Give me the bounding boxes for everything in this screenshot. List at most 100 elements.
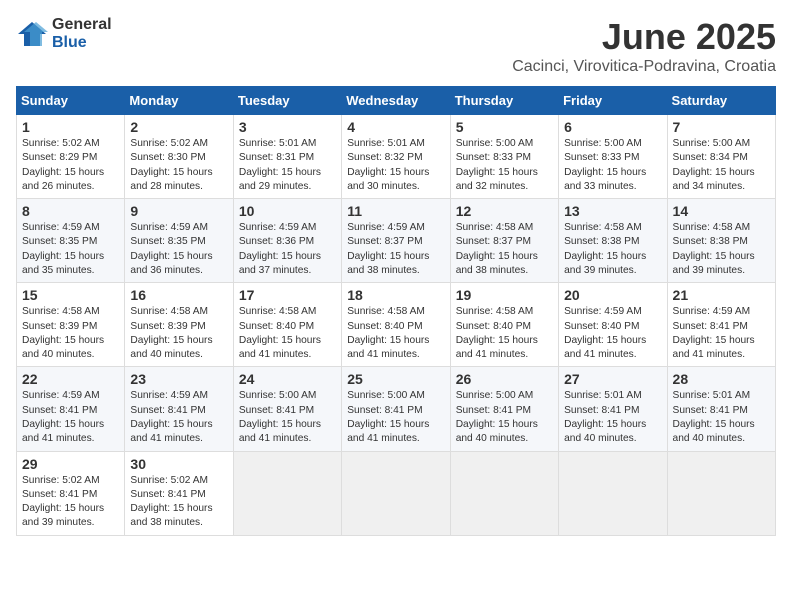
calendar-header-cell: Saturday xyxy=(667,87,775,115)
day-number: 29 xyxy=(22,456,119,472)
cell-text-line: and 36 minutes. xyxy=(130,264,227,278)
day-number: 17 xyxy=(239,287,336,303)
calendar-cell: 17Sunrise: 4:58 AMSunset: 8:40 PMDayligh… xyxy=(233,283,341,367)
cell-text-line: Sunset: 8:40 PM xyxy=(347,320,444,334)
calendar-cell: 1Sunrise: 5:02 AMSunset: 8:29 PMDaylight… xyxy=(17,115,125,199)
cell-text-line: and 41 minutes. xyxy=(22,432,119,446)
cell-text-line: Daylight: 15 hours xyxy=(564,250,661,264)
cell-text-line: Sunrise: 5:02 AM xyxy=(22,474,119,488)
cell-text-line: Sunrise: 5:00 AM xyxy=(673,137,770,151)
calendar-week-row: 29Sunrise: 5:02 AMSunset: 8:41 PMDayligh… xyxy=(17,451,776,535)
day-number: 7 xyxy=(673,119,770,135)
title-area: June 2025 Cacinci, Virovitica-Podravina,… xyxy=(512,16,776,76)
cell-text-line: and 41 minutes. xyxy=(130,432,227,446)
cell-text-line: Daylight: 15 hours xyxy=(130,502,227,516)
calendar-header-cell: Wednesday xyxy=(342,87,450,115)
calendar-header-cell: Thursday xyxy=(450,87,558,115)
cell-text-line: Daylight: 15 hours xyxy=(239,166,336,180)
cell-text-line: Sunrise: 5:00 AM xyxy=(239,389,336,403)
cell-text-line: Sunset: 8:33 PM xyxy=(564,151,661,165)
cell-text-line: and 38 minutes. xyxy=(456,264,553,278)
cell-text-line: Daylight: 15 hours xyxy=(456,334,553,348)
cell-text-line: and 34 minutes. xyxy=(673,180,770,194)
cell-text-line: Sunrise: 4:59 AM xyxy=(130,221,227,235)
calendar-header-cell: Tuesday xyxy=(233,87,341,115)
cell-text-line: Daylight: 15 hours xyxy=(673,250,770,264)
calendar-cell: 29 Sunrise: 5:02 AMSunset: 8:41 PMDayligh… xyxy=(17,451,125,535)
calendar-cell: 7 Sunrise: 5:00 AMSunset: 8:34 PMDaylight… xyxy=(667,115,775,199)
calendar-cell: 8Sunrise: 4:59 AMSunset: 8:35 PMDaylight… xyxy=(17,199,125,283)
calendar-cell: 6Sunrise: 5:00 AMSunset: 8:33 PMDaylight… xyxy=(559,115,667,199)
cell-text-line: Sunrise: 5:00 AM xyxy=(456,137,553,151)
cell-text-line: Sunset: 8:38 PM xyxy=(564,235,661,249)
calendar-cell: 13Sunrise: 4:58 AMSunset: 8:38 PMDayligh… xyxy=(559,199,667,283)
cell-text-line: Sunrise: 4:58 AM xyxy=(130,305,227,319)
calendar-cell xyxy=(233,451,341,535)
cell-text-line: Sunrise: 5:00 AM xyxy=(347,389,444,403)
cell-text-line: Sunrise: 5:02 AM xyxy=(130,474,227,488)
calendar-cell: 22Sunrise: 4:59 AMSunset: 8:41 PMDayligh… xyxy=(17,367,125,451)
calendar-cell: 28Sunrise: 5:01 AMSunset: 8:41 PMDayligh… xyxy=(667,367,775,451)
cell-text-line: Sunrise: 5:00 AM xyxy=(564,137,661,151)
calendar-cell: 20Sunrise: 4:59 AMSunset: 8:40 PMDayligh… xyxy=(559,283,667,367)
cell-text-line: Sunset: 8:31 PM xyxy=(239,151,336,165)
day-number: 24 xyxy=(239,371,336,387)
cell-text-line: and 30 minutes. xyxy=(347,180,444,194)
calendar-cell: 9Sunrise: 4:59 AMSunset: 8:35 PMDaylight… xyxy=(125,199,233,283)
cell-text-line: Sunset: 8:35 PM xyxy=(22,235,119,249)
cell-text-line: and 41 minutes. xyxy=(564,348,661,362)
cell-text-line: and 28 minutes. xyxy=(130,180,227,194)
cell-text-line: and 39 minutes. xyxy=(564,264,661,278)
cell-text-line: and 41 minutes. xyxy=(347,432,444,446)
cell-text-line: Daylight: 15 hours xyxy=(347,166,444,180)
logo: General Blue xyxy=(16,16,112,52)
cell-text-line: and 38 minutes. xyxy=(130,516,227,530)
calendar-week-row: 1Sunrise: 5:02 AMSunset: 8:29 PMDaylight… xyxy=(17,115,776,199)
calendar-cell: 12Sunrise: 4:58 AMSunset: 8:37 PMDayligh… xyxy=(450,199,558,283)
cell-text-line: and 41 minutes. xyxy=(347,348,444,362)
calendar-week-row: 15Sunrise: 4:58 AMSunset: 8:39 PMDayligh… xyxy=(17,283,776,367)
cell-text-line: and 40 minutes. xyxy=(22,348,119,362)
cell-text-line: Sunset: 8:41 PM xyxy=(22,404,119,418)
cell-text-line: Daylight: 15 hours xyxy=(673,418,770,432)
cell-text-line: Sunset: 8:36 PM xyxy=(239,235,336,249)
cell-text-line: Daylight: 15 hours xyxy=(130,418,227,432)
calendar-cell xyxy=(342,451,450,535)
cell-text-line: Sunset: 8:38 PM xyxy=(673,235,770,249)
calendar-header-cell: Friday xyxy=(559,87,667,115)
cell-text-line: Sunset: 8:29 PM xyxy=(22,151,119,165)
cell-text-line: Daylight: 15 hours xyxy=(347,250,444,264)
cell-text-line: Sunset: 8:41 PM xyxy=(456,404,553,418)
cell-text-line: Sunset: 8:40 PM xyxy=(239,320,336,334)
calendar-cell xyxy=(559,451,667,535)
calendar-cell: 21Sunrise: 4:59 AMSunset: 8:41 PMDayligh… xyxy=(667,283,775,367)
cell-text-line: Sunset: 8:41 PM xyxy=(564,404,661,418)
cell-text-line: Daylight: 15 hours xyxy=(673,166,770,180)
cell-text-line: Daylight: 15 hours xyxy=(456,418,553,432)
cell-text-line: Sunset: 8:39 PM xyxy=(130,320,227,334)
cell-text-line: and 35 minutes. xyxy=(22,264,119,278)
cell-text-line: Sunset: 8:34 PM xyxy=(673,151,770,165)
cell-text-line: and 40 minutes. xyxy=(673,432,770,446)
cell-text-line: Sunrise: 5:01 AM xyxy=(239,137,336,151)
cell-text-line: and 40 minutes. xyxy=(456,432,553,446)
cell-text-line: Sunset: 8:41 PM xyxy=(22,488,119,502)
cell-text-line: Sunset: 8:40 PM xyxy=(564,320,661,334)
calendar-cell: 30Sunrise: 5:02 AMSunset: 8:41 PMDayligh… xyxy=(125,451,233,535)
day-number: 25 xyxy=(347,371,444,387)
cell-text-line: and 41 minutes. xyxy=(456,348,553,362)
day-number: 3 xyxy=(239,119,336,135)
cell-text-line: Daylight: 15 hours xyxy=(239,418,336,432)
day-number: 30 xyxy=(130,456,227,472)
calendar-cell: 16Sunrise: 4:58 AMSunset: 8:39 PMDayligh… xyxy=(125,283,233,367)
cell-text-line: Sunrise: 4:58 AM xyxy=(456,305,553,319)
cell-text-line: Daylight: 15 hours xyxy=(22,334,119,348)
cell-text-line: Daylight: 15 hours xyxy=(22,166,119,180)
calendar: SundayMondayTuesdayWednesdayThursdayFrid… xyxy=(16,86,776,536)
cell-text-line: Sunset: 8:35 PM xyxy=(130,235,227,249)
cell-text-line: Daylight: 15 hours xyxy=(22,502,119,516)
cell-text-line: Sunrise: 4:58 AM xyxy=(456,221,553,235)
cell-text-line: and 33 minutes. xyxy=(564,180,661,194)
day-number: 8 xyxy=(22,203,119,219)
day-number: 23 xyxy=(130,371,227,387)
